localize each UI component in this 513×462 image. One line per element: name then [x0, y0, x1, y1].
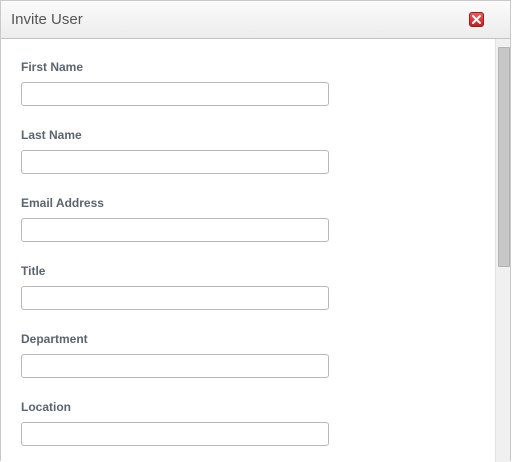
- close-button[interactable]: [469, 12, 484, 27]
- scrollbar-thumb[interactable]: [498, 47, 510, 267]
- title-input[interactable]: [21, 286, 329, 310]
- last-name-field: Last Name: [21, 128, 329, 174]
- close-icon: [472, 15, 481, 24]
- first-name-label: First Name: [21, 60, 84, 74]
- email-address-field: Email Address: [21, 196, 329, 242]
- title-field: Title: [21, 264, 329, 310]
- location-field: Location: [21, 400, 329, 446]
- first-name-input[interactable]: [21, 82, 329, 106]
- dialog-content: First Name Last Name Email Address Title…: [1, 39, 495, 462]
- dialog-titlebar: Invite User: [1, 1, 510, 39]
- invite-user-dialog: Invite User First Name Last Name Email A…: [0, 0, 511, 462]
- department-field: Department: [21, 332, 329, 378]
- first-name-field: First Name: [21, 60, 329, 106]
- email-address-label: Email Address: [21, 196, 104, 210]
- email-address-input[interactable]: [21, 218, 329, 242]
- location-label: Location: [21, 400, 71, 414]
- dialog-title: Invite User: [11, 11, 83, 28]
- department-label: Department: [21, 332, 88, 346]
- last-name-label: Last Name: [21, 128, 82, 142]
- location-input[interactable]: [21, 422, 329, 446]
- last-name-input[interactable]: [21, 150, 329, 174]
- vertical-scrollbar[interactable]: [495, 39, 510, 462]
- department-input[interactable]: [21, 354, 329, 378]
- title-label: Title: [21, 264, 46, 278]
